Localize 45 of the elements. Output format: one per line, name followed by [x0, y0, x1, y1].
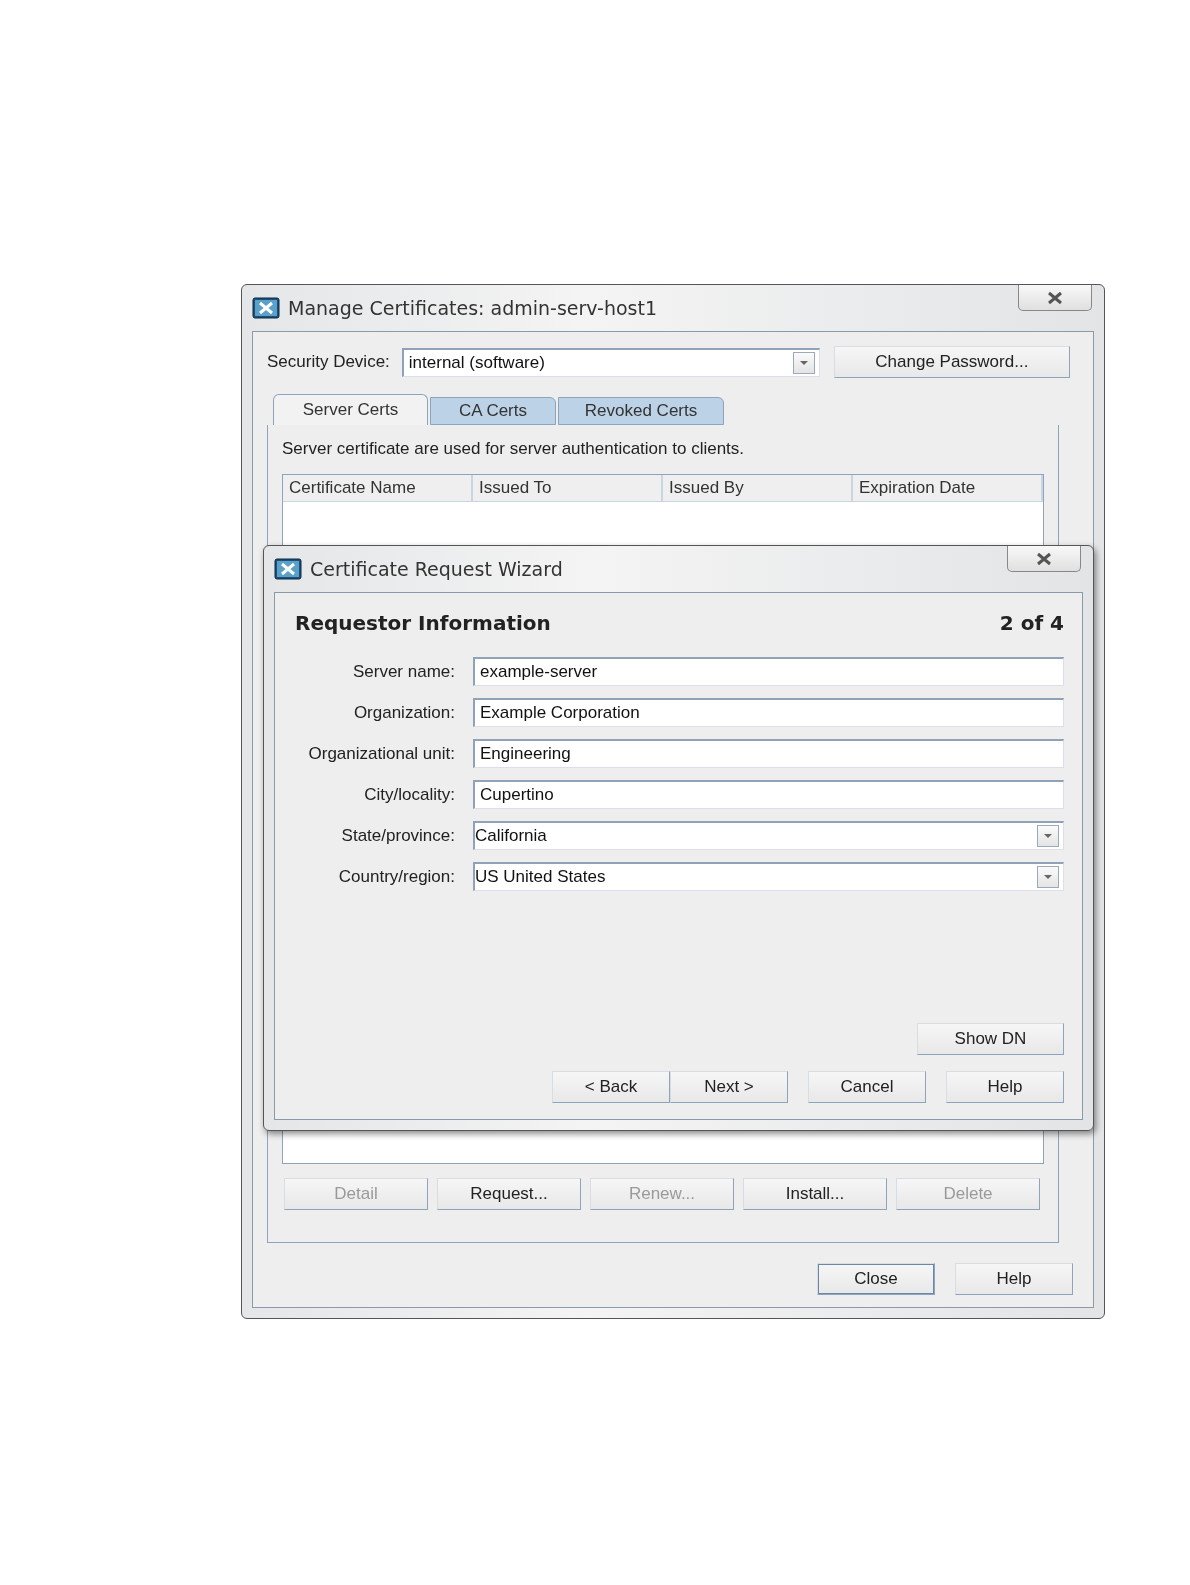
wizard-button[interactable]: < Back — [552, 1071, 670, 1103]
column-header[interactable]: Expiration Date — [853, 475, 1043, 502]
field-label: Organizational unit: — [307, 743, 455, 764]
caret-icon — [1043, 833, 1053, 839]
dropdown-field[interactable]: US United States — [473, 862, 1064, 891]
dialog-button[interactable]: Close — [817, 1263, 935, 1295]
close-icon — [1046, 290, 1064, 305]
close-button[interactable] — [1018, 285, 1092, 311]
change-password-button[interactable]: Change Password... — [833, 346, 1070, 378]
action-button[interactable]: Request... — [437, 1178, 581, 1210]
dialog-button[interactable]: Help — [955, 1263, 1073, 1295]
wizard-button[interactable]: Next > — [670, 1071, 788, 1103]
dropdown-field[interactable]: California — [473, 821, 1064, 850]
security-device-dropdown[interactable]: internal (software) — [401, 347, 820, 377]
field-label: Organization: — [352, 702, 455, 723]
description-text: Server certificate are used for server authentication to clients. — [282, 439, 746, 459]
field-label: City/locality: — [363, 784, 455, 805]
column-header[interactable]: Issued To — [473, 475, 663, 502]
tab[interactable]: CA Certs — [430, 397, 556, 425]
column-header[interactable]: Issued By — [663, 475, 853, 502]
window-title: Certificate Request Wizard — [310, 558, 563, 580]
text-field[interactable]: Engineering — [473, 739, 1064, 768]
field-label: State/province: — [340, 825, 455, 846]
show-dn-button[interactable]: Show DN — [917, 1023, 1064, 1055]
step-heading: Requestor Information — [295, 611, 551, 635]
wizard-button[interactable]: Cancel — [808, 1071, 926, 1103]
wizard-button[interactable]: Help — [946, 1071, 1064, 1103]
field-label: Security Device: — [267, 352, 390, 372]
window-title: Manage Certificates: admin-serv-host1 — [288, 297, 658, 319]
app-logo-icon — [274, 558, 302, 580]
app-logo-icon — [252, 297, 280, 319]
text-field[interactable]: Cupertino — [473, 780, 1064, 809]
text-field[interactable]: Example Corporation — [473, 698, 1064, 727]
caret-icon — [1043, 874, 1053, 880]
caret-icon — [798, 359, 809, 366]
tab[interactable]: Server Certs — [273, 394, 428, 425]
close-icon — [1035, 551, 1053, 566]
action-button[interactable]: Install... — [743, 1178, 887, 1210]
column-header[interactable]: Certificate Name — [283, 475, 473, 502]
close-button[interactable] — [1007, 546, 1081, 572]
step-counter: 2 of 4 — [999, 611, 1064, 635]
field-label: Country/region: — [337, 866, 455, 887]
field-label: Server name: — [351, 661, 455, 682]
text-field[interactable]: example-server — [473, 657, 1064, 686]
tab[interactable]: Revoked Certs — [558, 397, 724, 425]
